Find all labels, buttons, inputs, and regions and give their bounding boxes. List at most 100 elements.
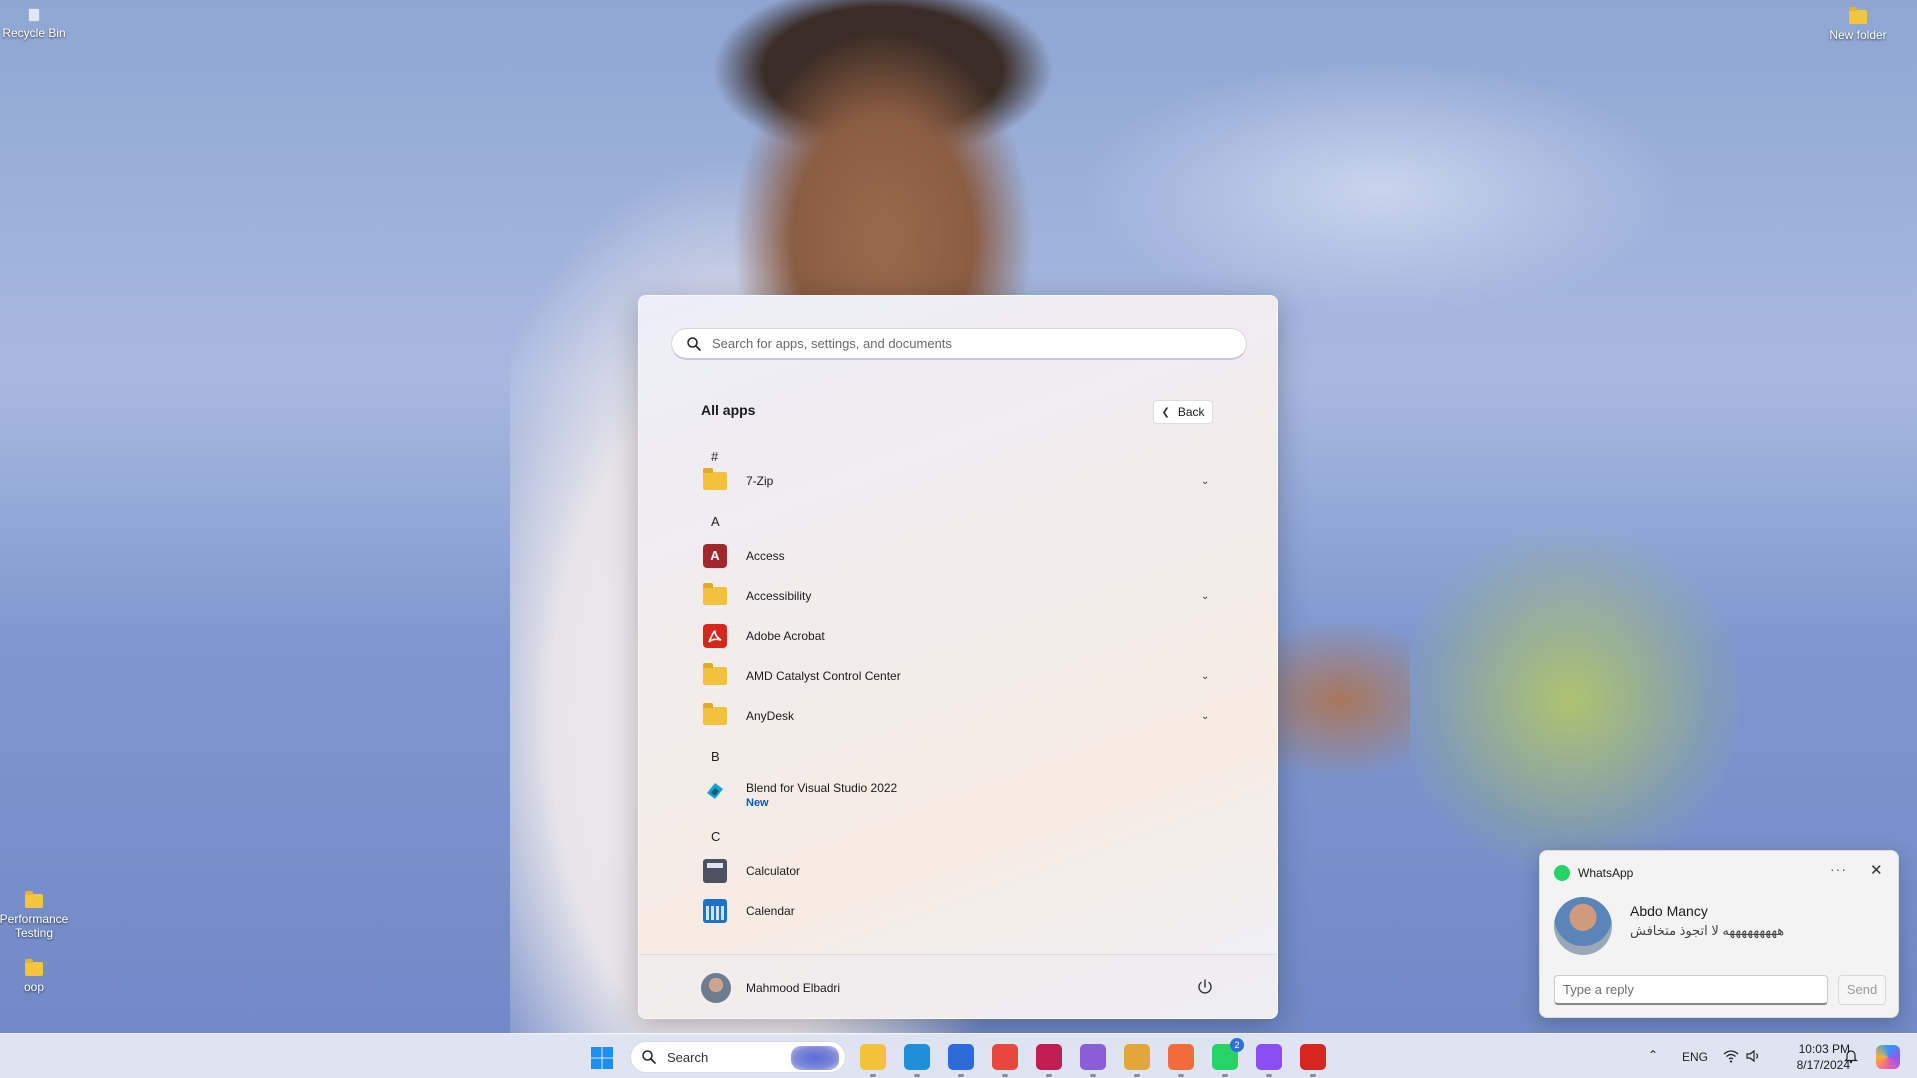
show-hidden-icons-icon[interactable]: ⌃ (1648, 1048, 1658, 1062)
app-list-item[interactable]: AnyDesk ⌄ (639, 696, 1277, 736)
start-search-box[interactable] (671, 328, 1247, 360)
start-menu: All apps ❮ Back #7-Zip⌄AAAccessAccessibi… (638, 295, 1278, 1019)
folder-icon (25, 959, 43, 976)
running-indicator (958, 1074, 964, 1077)
app-name: Access (746, 549, 785, 563)
chevron-down-icon[interactable]: ⌄ (1201, 476, 1209, 487)
taskbar-search-label: Search (667, 1049, 709, 1065)
search-icon (642, 1050, 656, 1064)
folder-icon (703, 663, 727, 685)
running-indicator (914, 1074, 920, 1077)
search-highlight-icon (791, 1046, 839, 1070)
blend-icon (703, 779, 727, 803)
acrobat-icon (703, 624, 727, 648)
notification-app-name: WhatsApp (1578, 866, 1634, 880)
edge-icon[interactable] (904, 1044, 930, 1077)
clock-date: 8/17/2024 (1796, 1058, 1850, 1072)
running-indicator (1222, 1074, 1228, 1077)
chevron-left-icon: ❮ (1161, 406, 1170, 418)
app-name: 7-Zip (746, 474, 774, 488)
app-name: Adobe Acrobat (746, 629, 825, 643)
rider-icon[interactable] (1036, 1044, 1062, 1077)
desktop-icon-performance-testing[interactable]: Performance Testing (0, 891, 70, 940)
user-name[interactable]: Mahmood Elbadri (746, 981, 840, 995)
desktop-icon-oop[interactable]: oop (0, 959, 70, 994)
running-indicator (1046, 1074, 1052, 1077)
chevron-down-icon[interactable]: ⌄ (1201, 591, 1209, 602)
volume-icon[interactable] (1744, 1047, 1762, 1065)
user-avatar[interactable] (701, 973, 731, 1003)
send-button[interactable]: Send (1838, 975, 1886, 1005)
language-indicator[interactable]: ENG (1682, 1050, 1708, 1064)
app-list-item[interactable]: 7-Zip ⌄ (639, 461, 1277, 501)
desktop-icon-label: oop (23, 980, 45, 994)
section-letter[interactable]: B (639, 736, 1277, 776)
app-list-item[interactable]: Calendar (639, 891, 1277, 931)
power-icon[interactable] (1195, 977, 1215, 997)
messenger-icon[interactable] (1256, 1044, 1282, 1077)
sender-avatar (1554, 897, 1612, 955)
desktop-icon-label: Recycle Bin (2, 26, 66, 40)
calculator-icon (703, 859, 727, 883)
app-name: Blend for Visual Studio 2022 (746, 781, 898, 795)
acrobat-icon[interactable] (1300, 1044, 1326, 1077)
chevron-down-icon[interactable]: ⌄ (1201, 671, 1209, 682)
app-list-item[interactable]: Accessibility ⌄ (639, 576, 1277, 616)
unread-badge: 2 (1230, 1038, 1244, 1052)
folder-icon (25, 891, 43, 908)
clock-time: 10:03 PM (1798, 1042, 1850, 1056)
close-button[interactable]: ✕ (1870, 861, 1883, 879)
wallpaper-highlight-green (1400, 520, 1740, 880)
snipping-tool-icon[interactable] (1124, 1044, 1150, 1077)
running-indicator (1178, 1074, 1184, 1077)
microsoft-store-icon[interactable] (948, 1044, 974, 1077)
wifi-icon[interactable] (1722, 1047, 1740, 1065)
copilot-icon[interactable] (1876, 1045, 1900, 1069)
desktop-icon-recycle-bin[interactable]: Recycle Bin (0, 8, 70, 40)
whatsapp-icon[interactable]: 2 (1212, 1038, 1244, 1077)
running-indicator (1134, 1074, 1140, 1077)
app-list-item[interactable]: AMD Catalyst Control Center ⌄ (639, 656, 1277, 696)
app-name: Accessibility (746, 589, 812, 603)
visual-studio-icon[interactable] (1080, 1044, 1106, 1077)
desktop-icon-new-folder[interactable]: New folder (1822, 7, 1894, 42)
app-name: AnyDesk (746, 709, 795, 723)
app-name: AMD Catalyst Control Center (746, 669, 901, 683)
file-explorer-icon[interactable] (860, 1044, 886, 1077)
back-button-label: Back (1177, 405, 1205, 419)
whatsapp-notification[interactable]: WhatsApp ··· ✕ Abdo Mancy هههههههههه لا … (1539, 850, 1899, 1018)
app-name: Calendar (746, 904, 795, 918)
app-list-item[interactable]: Adobe Acrobat (639, 616, 1277, 656)
running-indicator (1002, 1074, 1008, 1077)
more-options-button[interactable]: ··· (1830, 861, 1847, 877)
back-button[interactable]: ❮ Back (1153, 400, 1213, 424)
running-indicator (1090, 1074, 1096, 1077)
section-letter-label: A (711, 513, 720, 529)
notification-bell-icon[interactable] (1842, 1047, 1860, 1065)
folder-icon (703, 703, 727, 725)
taskbar-search[interactable]: Search (630, 1041, 846, 1073)
windows-start-icon[interactable] (590, 1046, 614, 1070)
reply-input[interactable] (1554, 975, 1828, 1005)
section-letter-label: B (711, 748, 720, 764)
app-list-item[interactable]: A Access (639, 536, 1277, 576)
clock[interactable]: 10:03 PM 8/17/2024 (1770, 1041, 1850, 1073)
recycle-bin-icon (28, 8, 40, 22)
new-badge: New (746, 797, 769, 809)
section-letter-label: C (711, 828, 721, 844)
running-indicator (870, 1074, 876, 1077)
all-apps-title: All apps (701, 402, 756, 418)
app-list-item[interactable]: Blend for Visual Studio 2022 New (639, 771, 1277, 811)
calendar-icon (703, 899, 727, 923)
postman-icon[interactable] (1168, 1044, 1194, 1077)
app-name: Calculator (746, 864, 801, 878)
section-letter[interactable]: A (639, 501, 1277, 541)
start-search-input[interactable] (712, 336, 1232, 351)
section-letter[interactable]: C (639, 816, 1277, 856)
chrome-icon[interactable] (992, 1044, 1018, 1077)
desktop-icon-label: Performance Testing (0, 912, 69, 940)
notification-sender: Abdo Mancy (1630, 903, 1708, 919)
app-list-item[interactable]: Calculator (639, 851, 1277, 891)
chevron-down-icon[interactable]: ⌄ (1201, 711, 1209, 722)
running-indicator (1266, 1074, 1272, 1077)
